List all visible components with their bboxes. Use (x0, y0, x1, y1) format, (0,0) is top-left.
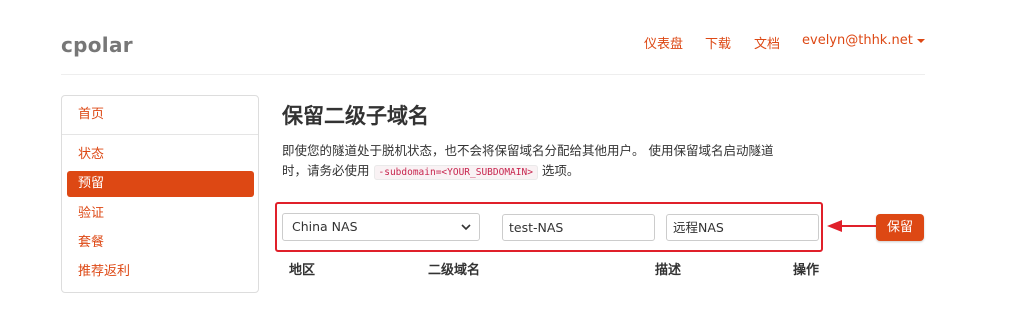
nav-download-link[interactable]: 下载 (705, 33, 731, 52)
sidebar-item-referral[interactable]: 推荐返利 (67, 259, 254, 285)
user-email: evelyn@thhk.net (802, 33, 913, 48)
table-header-subdomain: 二级域名 (428, 263, 481, 278)
top-nav: 仪表盘 下载 文档 evelyn@thhk.net (0, 33, 1019, 53)
description-line-2-suffix: 选项。 (541, 163, 580, 178)
description-input[interactable]: 远程NAS (666, 214, 819, 241)
table-header-region: 地区 (289, 263, 316, 278)
user-menu[interactable]: evelyn@thhk.net (802, 33, 925, 48)
sidebar-item-status[interactable]: 状态 (67, 142, 254, 168)
subdomain-input[interactable]: test-NAS (502, 214, 655, 241)
subdomain-flag-code: -subdomain=<YOUR_SUBDOMAIN> (373, 165, 538, 180)
nav-dashboard-link[interactable]: 仪表盘 (644, 33, 683, 52)
page-title: 保留二级子域名 (282, 104, 429, 128)
region-select[interactable]: China NAS (282, 213, 480, 241)
arrow-left-icon (827, 220, 877, 232)
chevron-down-icon (461, 224, 471, 231)
sidebar-item-auth[interactable]: 验证 (67, 201, 254, 227)
sidebar-divider (62, 134, 258, 135)
table-header-description: 描述 (655, 263, 682, 278)
region-select-value: China NAS (292, 219, 358, 234)
reserve-button[interactable]: 保留 (876, 214, 924, 241)
sidebar-item-plans[interactable]: 套餐 (67, 230, 254, 256)
caret-down-icon (916, 38, 925, 43)
sidebar: 首页 状态 预留 验证 套餐 推荐返利 (61, 95, 259, 293)
table-header-action: 操作 (793, 263, 820, 278)
sidebar-item-reserve[interactable]: 预留 (67, 171, 254, 197)
description-line-1: 即使您的隧道处于脱机状态，也不会将保留域名分配给其他用户。 使用保留域名启动隧道 (282, 143, 774, 158)
header-divider (61, 74, 925, 75)
page-description: 即使您的隧道处于脱机状态，也不会将保留域名分配给其他用户。 使用保留域名启动隧道… (282, 141, 792, 183)
description-line-2-prefix: 时，请务必使用 (282, 163, 370, 178)
sidebar-item-home[interactable]: 首页 (67, 102, 254, 128)
nav-docs-link[interactable]: 文档 (754, 33, 780, 52)
